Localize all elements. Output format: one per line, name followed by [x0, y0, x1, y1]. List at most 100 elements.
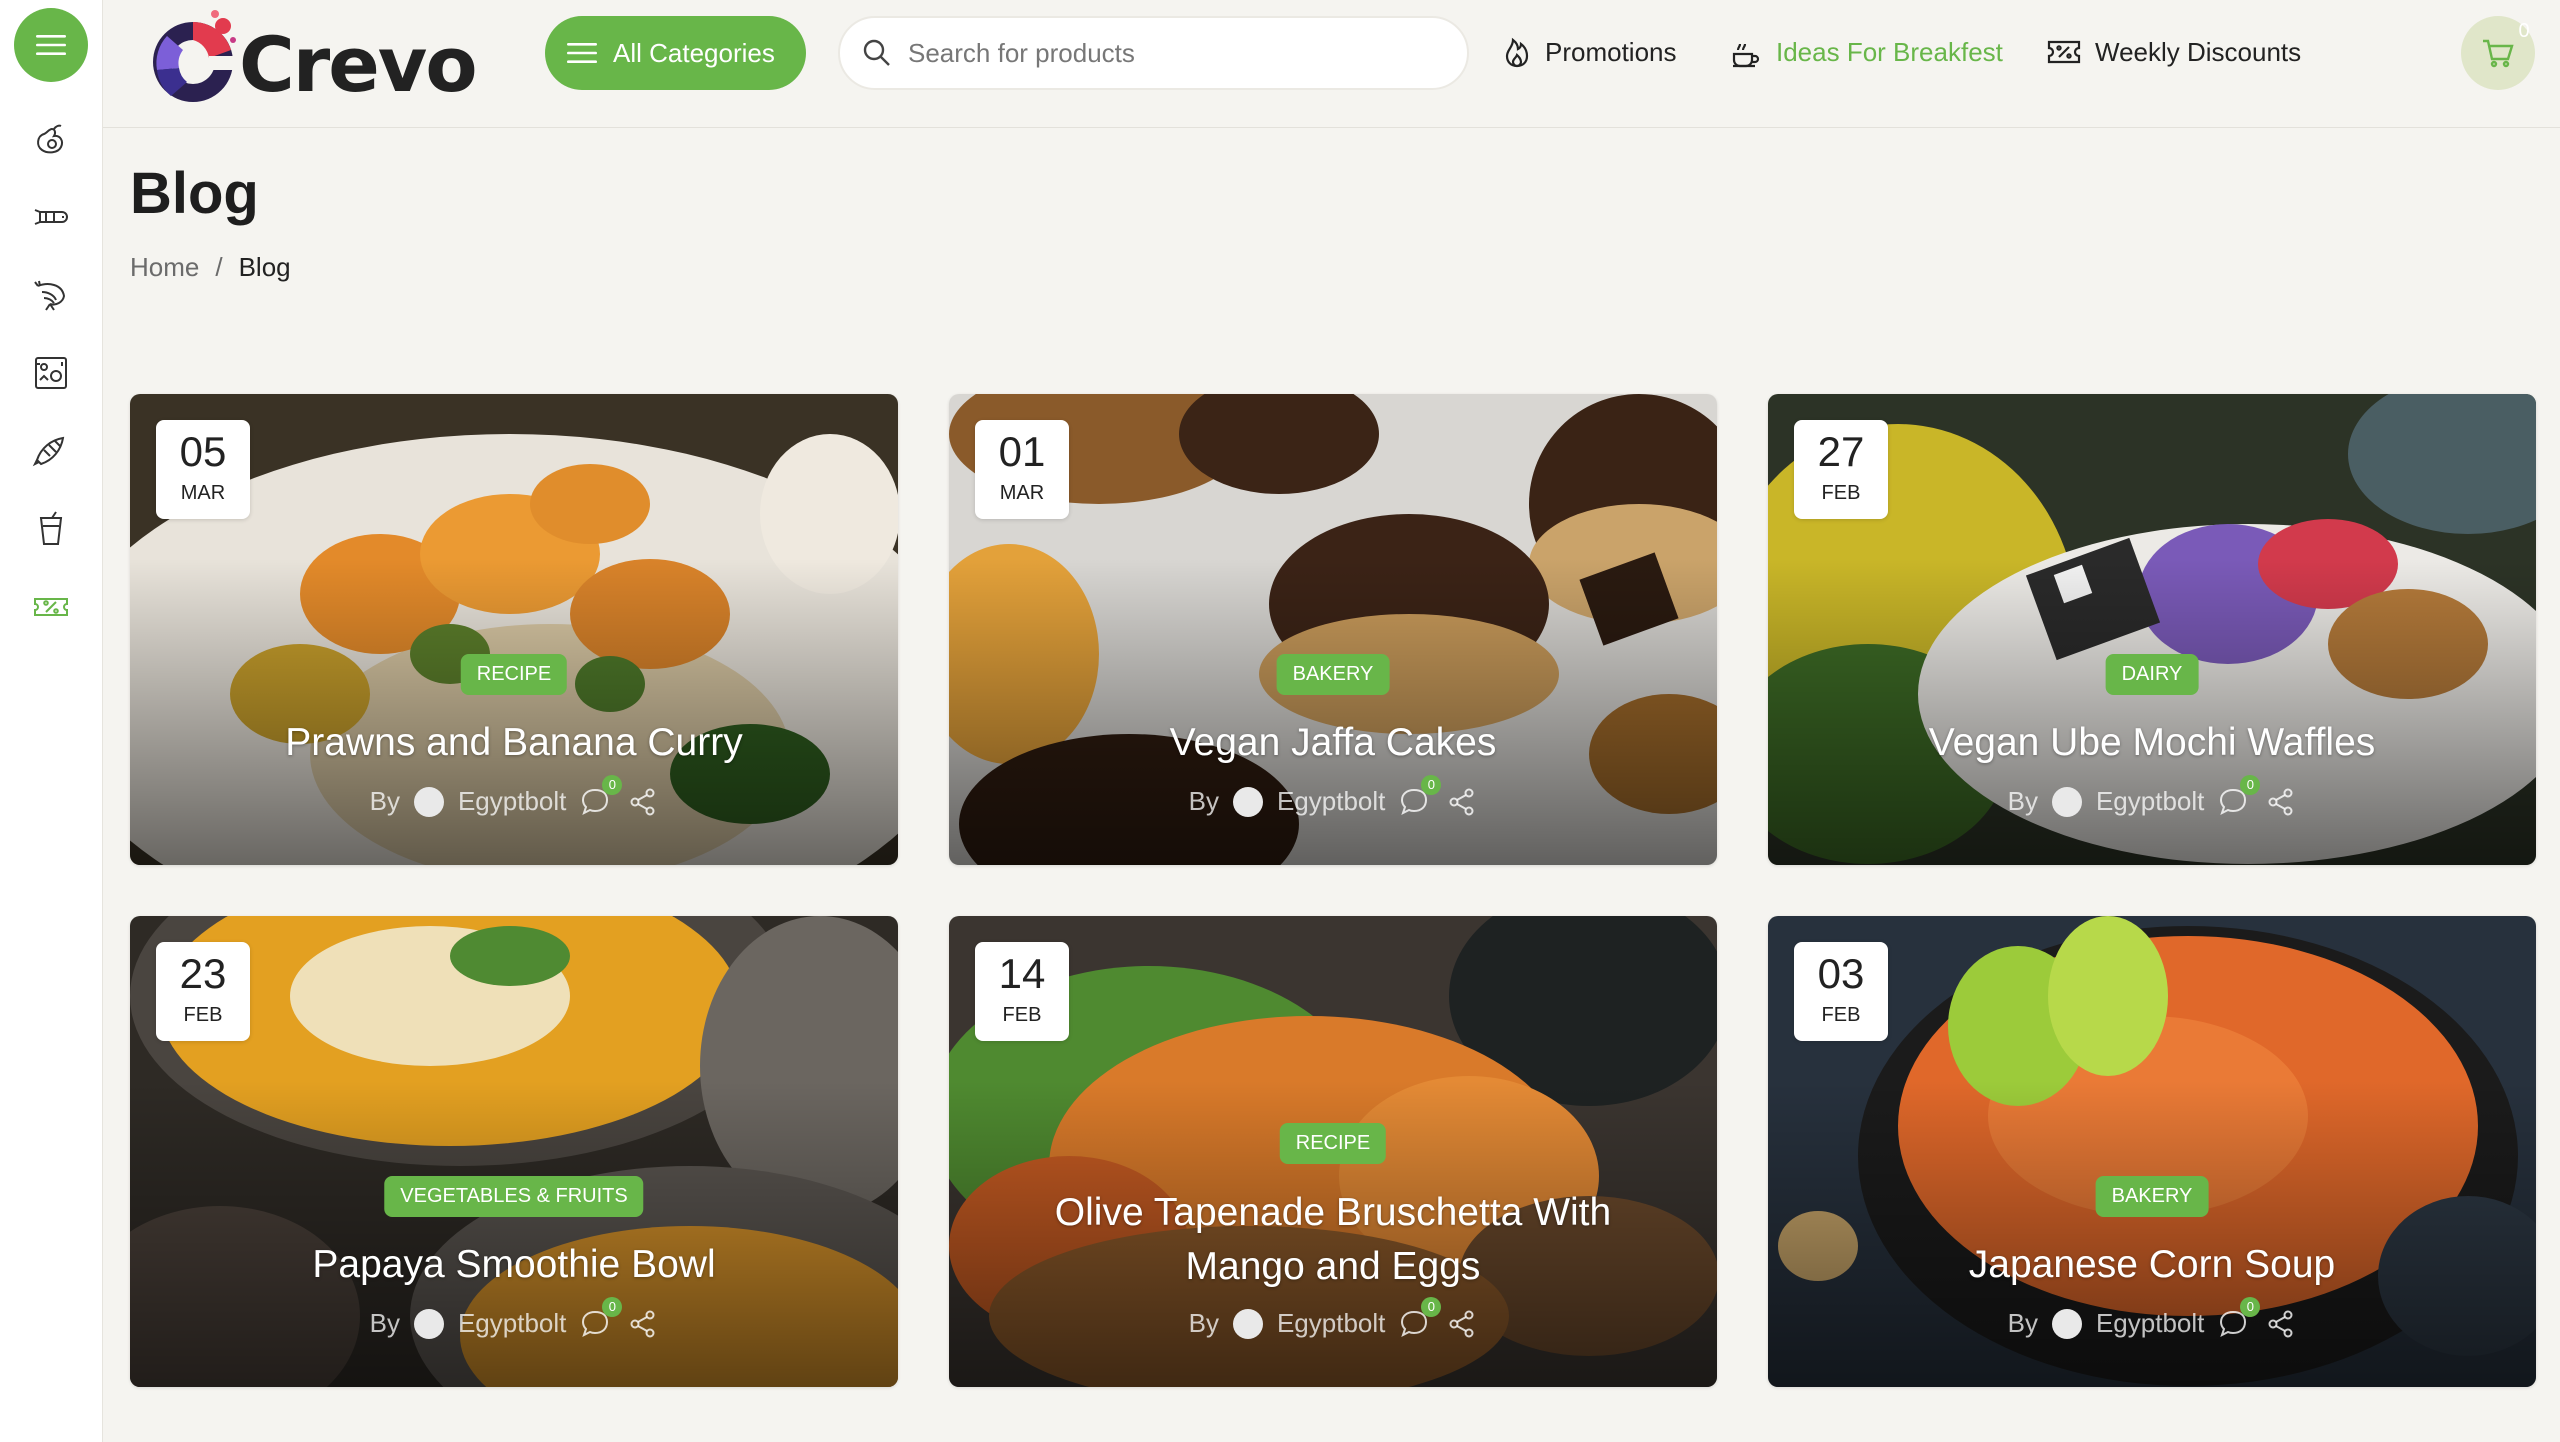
blog-card[interactable]: 27 FEB DAIRY Vegan Ube Mochi Waffles By … [1768, 394, 2536, 865]
category-badge[interactable]: BAKERY [2095, 1176, 2209, 1217]
share-icon[interactable] [628, 1309, 658, 1339]
side-rail [0, 0, 103, 1442]
comments-link[interactable]: 0 [1399, 774, 1442, 817]
author-name[interactable]: Egyptbolt [1277, 1308, 1385, 1339]
date-month: MAR [180, 482, 226, 504]
blog-card[interactable]: 03 FEB BAKERY Japanese Corn Soup By Egyp… [1768, 916, 2536, 1387]
sidebar-item-frozen[interactable] [30, 352, 72, 394]
post-meta: By Egyptbolt 0 [130, 774, 898, 817]
nav-weekly-discounts[interactable]: Weekly Discounts [2047, 30, 2301, 74]
category-badge[interactable]: DAIRY [2105, 654, 2199, 695]
comments-link[interactable]: 0 [2218, 1296, 2261, 1339]
post-title[interactable]: Papaya Smoothie Bowl [170, 1238, 858, 1292]
date-month: FEB [183, 1004, 223, 1026]
avocado-icon [37, 124, 64, 154]
comment-count: 0 [602, 1296, 623, 1317]
blog-card[interactable]: 01 MAR BAKERY Vegan Jaffa Cakes By Egypt… [949, 394, 1717, 865]
breakfast-icon [1732, 43, 1760, 68]
sidebar-item-drinks[interactable] [30, 508, 72, 550]
share-icon[interactable] [1447, 787, 1477, 817]
comments-link[interactable]: 0 [1399, 1296, 1442, 1339]
sidebar-item-bakery[interactable] [30, 430, 72, 472]
post-title[interactable]: Vegan Jaffa Cakes [989, 716, 1677, 770]
author-avatar [1232, 786, 1263, 817]
author-avatar [1232, 1308, 1263, 1339]
nav-promotions[interactable]: Promotions [1503, 30, 1677, 74]
nav-ideas-label: Ideas For Breakfest [1776, 36, 2003, 67]
share-icon[interactable] [628, 787, 658, 817]
hamburger-icon [36, 35, 66, 55]
category-badge[interactable]: RECIPE [460, 654, 568, 695]
comment-count: 0 [2240, 774, 2261, 795]
all-categories-button[interactable]: All Categories [545, 16, 806, 90]
comment-count: 0 [602, 774, 623, 795]
post-title[interactable]: Vegan Ube Mochi Waffles [1808, 716, 2496, 770]
share-icon[interactable] [1447, 1309, 1477, 1339]
sidebar-item-fruits[interactable] [30, 118, 72, 160]
category-badge[interactable]: VEGETABLES & FRUITS [384, 1176, 644, 1217]
date-badge: 23 FEB [156, 942, 250, 1041]
croissant-icon [32, 436, 65, 467]
comments-link[interactable]: 0 [580, 774, 623, 817]
by-label: By [1188, 786, 1219, 816]
author-name[interactable]: Egyptbolt [2096, 786, 2204, 817]
sidebar-item-seafood[interactable] [30, 274, 72, 316]
by-label: By [2007, 1308, 2038, 1338]
date-month: FEB [1821, 1004, 1861, 1026]
date-month: FEB [1002, 1004, 1042, 1026]
search-input[interactable] [908, 37, 1428, 69]
post-title[interactable]: Olive Tapenade Bruschetta With Mango and… [989, 1186, 1677, 1294]
comment-count: 0 [1421, 774, 1442, 795]
sidebar-item-discounts[interactable] [30, 586, 72, 628]
blog-card[interactable]: 23 FEB VEGETABLES & FRUITS Papaya Smooth… [130, 916, 898, 1387]
date-day: 14 [998, 950, 1046, 997]
cart-count: 0 [2518, 20, 2530, 42]
post-meta: By Egyptbolt 0 [1768, 1296, 2536, 1339]
author-name[interactable]: Egyptbolt [2096, 1308, 2204, 1339]
by-label: By [2007, 786, 2038, 816]
cart-icon [2483, 39, 2514, 68]
date-day: 03 [1817, 950, 1865, 997]
author-avatar [413, 786, 444, 817]
author-name[interactable]: Egyptbolt [1277, 786, 1385, 817]
discount-ticket-icon [34, 598, 68, 616]
by-label: By [1188, 1308, 1219, 1338]
author-name[interactable]: Egyptbolt [458, 1308, 566, 1339]
comments-link[interactable]: 0 [2218, 774, 2261, 817]
sidebar-item-meat[interactable] [30, 196, 72, 238]
date-badge: 27 FEB [1794, 420, 1888, 519]
date-day: 27 [1817, 428, 1865, 475]
cart-button[interactable]: 0 [2461, 16, 2535, 90]
nav-ideas-for-breakfest[interactable]: Ideas For Breakfest [1730, 30, 2003, 74]
post-meta: By Egyptbolt 0 [130, 1296, 898, 1339]
author-name[interactable]: Egyptbolt [458, 786, 566, 817]
discount-ticket-icon [2047, 40, 2081, 64]
category-badge[interactable]: BAKERY [1276, 654, 1390, 695]
share-icon[interactable] [2266, 787, 2296, 817]
nav-weekly-discounts-label: Weekly Discounts [2095, 36, 2302, 67]
comment-count: 0 [1421, 1296, 1442, 1317]
date-badge: 01 MAR [975, 420, 1069, 519]
date-badge: 14 FEB [975, 942, 1069, 1041]
breadcrumb-home[interactable]: Home [130, 252, 199, 283]
comments-link[interactable]: 0 [580, 1296, 623, 1339]
post-title[interactable]: Japanese Corn Soup [1808, 1238, 2496, 1292]
by-label: By [369, 786, 400, 816]
category-badge[interactable]: RECIPE [1279, 1123, 1387, 1164]
blog-card[interactable]: 14 FEB RECIPE Olive Tapenade Bruschetta … [949, 916, 1717, 1387]
post-title[interactable]: Prawns and Banana Curry [170, 716, 858, 770]
post-meta: By Egyptbolt 0 [1768, 774, 2536, 817]
brand-name: Crevo [239, 19, 478, 109]
share-icon[interactable] [2266, 1309, 2296, 1339]
sausage-icon [34, 209, 68, 225]
brand-logo[interactable]: Crevo [137, 4, 478, 112]
date-badge: 05 MAR [156, 420, 250, 519]
blog-card[interactable]: 05 MAR RECIPE Prawns and Banana Curry By… [130, 394, 898, 865]
author-avatar [2051, 786, 2082, 817]
breadcrumb: Home / Blog [130, 252, 291, 283]
post-title-line: Olive Tapenade Bruschetta With [1054, 1191, 1612, 1234]
menu-button[interactable] [14, 8, 88, 82]
post-meta: By Egyptbolt 0 [949, 774, 1717, 817]
logo-mark-icon [153, 10, 236, 102]
shrimp-icon [34, 280, 66, 311]
